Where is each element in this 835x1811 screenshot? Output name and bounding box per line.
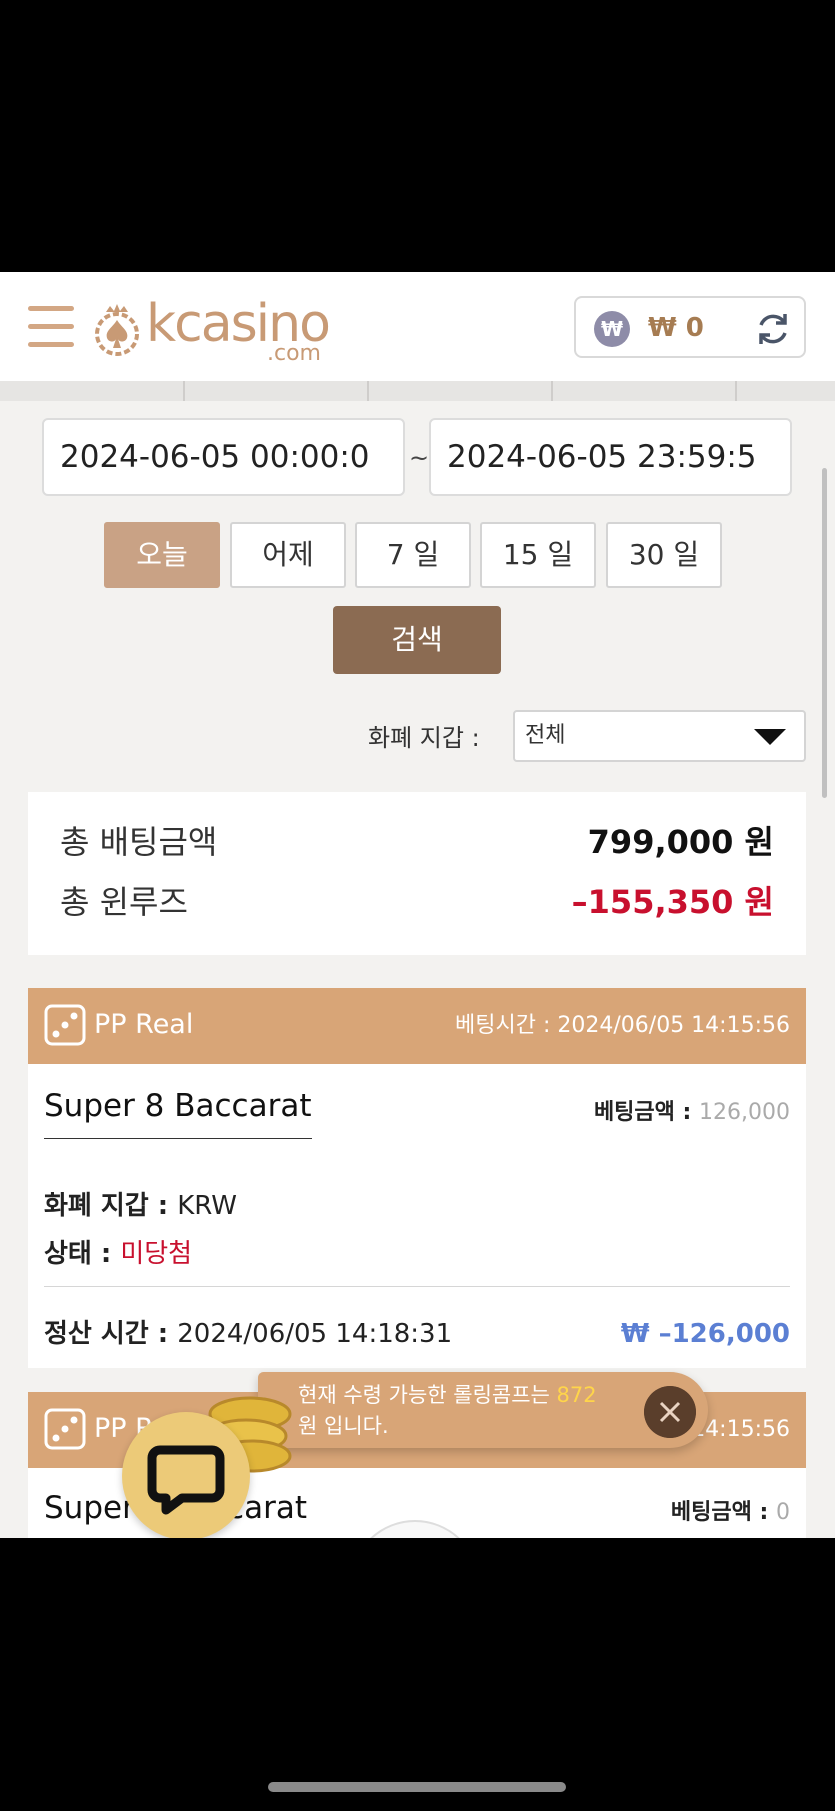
bet-status: 상태 : 미당첨	[44, 1239, 193, 1269]
search-button[interactable]: 검색	[333, 606, 501, 674]
totals-panel: 총 배팅금액 799,000 원 총 윈루즈 –155,350 원	[28, 792, 806, 955]
range-today-button[interactable]: 오늘	[104, 522, 220, 588]
toast-message: 현재 수령 가능한 롤링콤프는 872 원 입니다.	[298, 1383, 597, 1438]
scrollbar[interactable]	[822, 468, 827, 798]
dice-icon	[44, 1408, 86, 1450]
chat-bubble-icon	[147, 1445, 225, 1515]
card-divider	[44, 1286, 790, 1287]
bet-amount: 베팅금액 : 126,000	[593, 1100, 790, 1125]
currency-wallet: 화폐 지갑 : KRW	[44, 1191, 238, 1221]
won-coin-icon: ₩	[594, 311, 630, 347]
range-15day-button[interactable]: 15 일	[480, 522, 596, 588]
wallet-amount: ₩ 0	[648, 313, 704, 343]
range-30day-button[interactable]: 30 일	[606, 522, 722, 588]
bet-time: 베팅시간 : 2024/06/05 14:15:56	[455, 1013, 790, 1038]
refresh-icon[interactable]	[754, 310, 792, 348]
wallet-select-value: 전체	[525, 723, 566, 748]
wallet-filter-label: 화폐 지갑 :	[368, 724, 480, 752]
wallet-select[interactable]: 전체	[513, 710, 806, 762]
home-indicator[interactable]	[268, 1782, 566, 1792]
total-winloss-label: 총 윈루즈	[60, 883, 188, 921]
top-header: kcasino .com ₩ ₩ 0	[0, 272, 835, 381]
total-bet-value: 799,000 원	[587, 823, 774, 861]
settle-time: 정산 시간 : 2024/06/05 14:18:31	[44, 1319, 453, 1349]
rolling-comp-toast[interactable]: 현재 수령 가능한 롤링콤프는 872 원 입니다.	[258, 1372, 708, 1448]
tab-strip	[0, 381, 835, 401]
logo-spade-icon	[95, 304, 139, 356]
total-winloss-value: –155,350 원	[571, 883, 774, 921]
bet-card-header: PP Real 베팅시간 : 2024/06/05 14:15:56	[28, 988, 806, 1064]
menu-icon[interactable]	[28, 304, 74, 348]
game-title: Super 8 Baccarat	[44, 1086, 312, 1139]
range-7day-button[interactable]: 7 일	[355, 522, 471, 588]
date-from-input[interactable]: 2024-06-05 00:00:0	[42, 418, 405, 496]
chevron-down-icon	[754, 729, 786, 745]
logo-domain: .com	[267, 341, 321, 366]
app-screen: kcasino .com ₩ ₩ 0 2024-06-05 00:00:0 ~ …	[0, 272, 835, 1538]
close-icon[interactable]	[644, 1386, 696, 1438]
date-to-input[interactable]: 2024-06-05 23:59:5	[429, 418, 792, 496]
chat-button[interactable]	[122, 1412, 250, 1538]
bet-winloss: ₩ –126,000	[620, 1319, 790, 1349]
dice-icon	[44, 1004, 86, 1046]
date-separator: ~	[409, 444, 430, 472]
bet-amount: 베팅금액 : 0	[670, 1500, 790, 1525]
provider-name: PP Real	[94, 1009, 194, 1040]
range-yesterday-button[interactable]: 어제	[230, 522, 346, 588]
total-bet-label: 총 배팅금액	[60, 823, 218, 861]
bet-card[interactable]: PP Real 베팅시간 : 2024/06/05 14:15:56 Super…	[28, 988, 806, 1368]
logo[interactable]: kcasino .com	[92, 294, 332, 366]
wallet-balance-box[interactable]: ₩ ₩ 0	[574, 296, 806, 358]
